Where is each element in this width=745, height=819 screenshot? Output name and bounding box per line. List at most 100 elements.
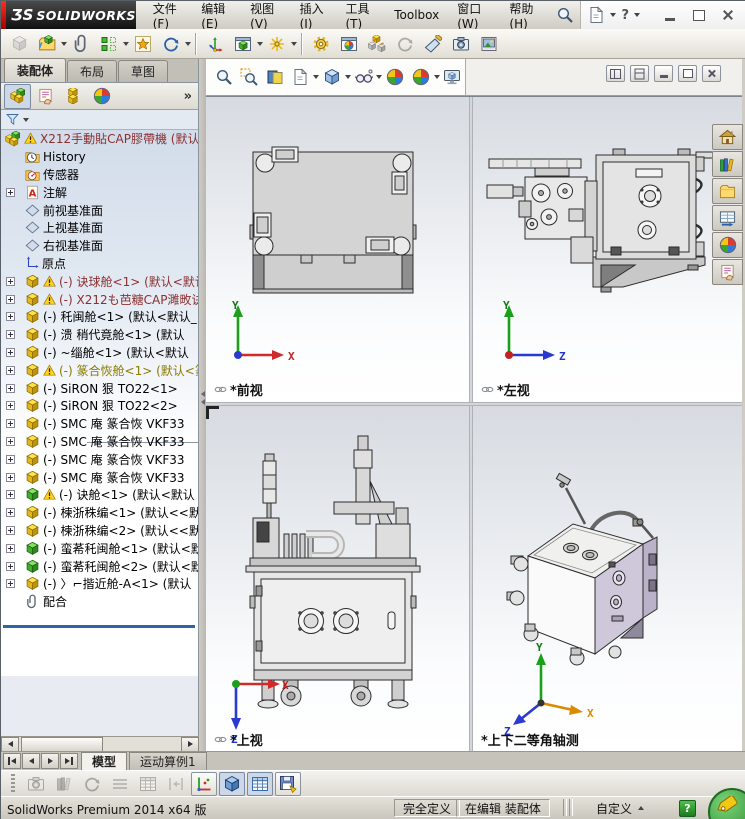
file-explorer-tab[interactable] [712, 178, 743, 204]
previous-view-button[interactable] [262, 63, 288, 91]
preview-window-button[interactable] [447, 30, 475, 58]
panel-tab-1[interactable]: 布局 [67, 60, 118, 82]
nav-last-button[interactable] [60, 753, 78, 769]
nav-first-button[interactable] [3, 753, 21, 769]
panel-tab-0[interactable]: 装配体 [4, 58, 67, 82]
tree-item-2[interactable]: 传感器 [1, 166, 198, 184]
expand-plus-icon[interactable] [6, 579, 15, 589]
menu-item-4[interactable]: 工具(T) [336, 1, 385, 31]
menu-item-1[interactable]: 编辑(E) [192, 1, 241, 31]
units-selector[interactable]: 自定义 [587, 799, 653, 817]
tree-item-3[interactable]: A 注解 [1, 183, 198, 201]
expand-plus-icon[interactable] [6, 383, 15, 393]
doc-close-button[interactable] [702, 65, 721, 82]
tree-item-1[interactable]: History [1, 148, 198, 166]
expand-plus-icon[interactable] [6, 365, 15, 375]
tree-item-21[interactable]: (-) 楝浙秼编<1> (默认<<默 [1, 504, 198, 522]
tree-item-22[interactable]: (-) 楝浙秼编<2> (默认<<默 [1, 522, 198, 540]
viewport-top-view[interactable]: X Z *上视 [206, 406, 469, 752]
new-document-dropdown-icon[interactable] [610, 13, 617, 17]
linear-component-pattern-button[interactable] [95, 30, 123, 58]
expand-plus-icon[interactable] [6, 454, 15, 464]
solidworks-resources-tab[interactable] [712, 124, 743, 150]
display-style-button[interactable] [319, 63, 345, 91]
tree-item-14[interactable]: (-) SiRON 狠 TO22<1> [1, 379, 198, 397]
study-tab-0[interactable]: 模型 [81, 752, 128, 770]
study-tab-1[interactable]: 运动算例1 [129, 752, 207, 770]
tree-item-19[interactable]: (-) SMC 庵 篆合恢 VKF33 [1, 468, 198, 486]
help-icon[interactable]: ? [621, 8, 629, 23]
search-icon[interactable] [550, 1, 580, 29]
mate-button[interactable] [67, 30, 95, 58]
split-horizontal-button[interactable] [606, 65, 625, 82]
rotate-component-button[interactable] [157, 30, 185, 58]
menu-item-3[interactable]: 插入(I) [291, 1, 337, 31]
expand-plus-icon[interactable] [6, 490, 15, 500]
expand-plus-icon[interactable] [6, 437, 15, 447]
menu-item-2[interactable]: 视图(V) [241, 1, 290, 31]
result-filters-button[interactable] [107, 772, 133, 796]
tree-item-8[interactable]: (-) 诀球舱<1> (默认<默认 [1, 272, 198, 290]
edit-appearance-button[interactable] [382, 63, 408, 91]
custom-properties-tab[interactable] [712, 259, 743, 285]
viewport-left-view[interactable]: Y Z *左视 [473, 97, 742, 402]
calculate-motion-button[interactable] [79, 772, 105, 796]
save-animation-button[interactable] [275, 771, 301, 796]
scroll-left-button[interactable] [1, 736, 19, 752]
expand-plus-icon[interactable] [6, 187, 15, 197]
expand-plus-icon[interactable] [6, 561, 15, 571]
expand-plus-icon[interactable] [6, 294, 15, 304]
viewport-horizontal-splitter[interactable] [206, 402, 742, 406]
appearances-window-button[interactable] [335, 30, 363, 58]
expand-plus-icon[interactable] [6, 472, 15, 482]
rollback-bar[interactable] [3, 625, 195, 628]
key-properties-button[interactable] [163, 772, 189, 796]
reference-geometry-button[interactable] [263, 30, 291, 58]
menu-item-5[interactable]: Toolbox [385, 1, 448, 29]
expand-plus-icon[interactable] [6, 401, 15, 411]
tree-item-15[interactable]: (-) SiRON 狠 TO22<2> [1, 397, 198, 415]
expand-plus-icon[interactable] [6, 419, 15, 429]
tree-item-5[interactable]: 上视基准面 [1, 219, 198, 237]
minimize-button[interactable] [658, 5, 682, 25]
tree-item-18[interactable]: (-) SMC 庵 篆合恢 VKF33 [1, 450, 198, 468]
insert-component-button[interactable] [5, 30, 33, 58]
viewport-vertical-splitter[interactable] [469, 97, 473, 752]
zoom-to-fit-button[interactable] [211, 63, 237, 91]
menu-item-7[interactable]: 帮助(H) [500, 1, 550, 31]
tree-item-13[interactable]: (-) 篆合恢舱<1> (默认<篆 [1, 361, 198, 379]
doc-restore-button[interactable] [678, 65, 697, 82]
new-document-icon[interactable] [587, 6, 605, 24]
design-library-tab[interactable] [712, 151, 743, 177]
smart-fasteners-button[interactable] [129, 30, 157, 58]
zoom-to-area-button[interactable] [237, 63, 263, 91]
apply-scene-button[interactable] [408, 63, 434, 91]
tree-item-0[interactable]: X212手動貼CAP膠帶機 (默认 [1, 130, 198, 148]
tag-icon[interactable] [712, 796, 742, 818]
new-motion-study-button[interactable] [307, 30, 335, 58]
move-component-button[interactable] [201, 30, 229, 58]
menu-item-6[interactable]: 窗口(W) [448, 1, 500, 31]
apply-scene-dropdown-icon[interactable] [433, 75, 440, 79]
rotate-component-dropdown-icon[interactable] [185, 41, 191, 46]
panel-splitter[interactable] [199, 59, 206, 751]
close-button[interactable] [716, 5, 740, 25]
section-view-tool-button[interactable] [419, 30, 447, 58]
expand-plus-icon[interactable] [6, 526, 15, 536]
expand-plus-icon[interactable] [6, 543, 15, 553]
view-orientation-button[interactable] [288, 63, 314, 91]
splitter-collapse-icon[interactable] [199, 389, 206, 407]
menu-item-0[interactable]: 文件(F) [144, 1, 192, 31]
motion-axes-button[interactable] [191, 771, 217, 796]
displaymanager-tab[interactable] [88, 84, 115, 109]
configurationmanager-tab[interactable] [60, 84, 87, 109]
hide-show-items-button[interactable] [351, 63, 377, 91]
tree-item-12[interactable]: (-) ~缁舱<1> (默认<默认 [1, 344, 198, 362]
scroll-right-button[interactable] [181, 736, 199, 752]
tree-item-23[interactable]: (-) 蛮莃秅闽舱<1> (默认<默 [1, 539, 198, 557]
manager-overflow-chevrons[interactable]: » [184, 89, 192, 104]
filter-funnel-icon[interactable] [5, 112, 20, 127]
tree-item-24[interactable]: (-) 蛮莃秅闽舱<2> (默认<默 [1, 557, 198, 575]
animation-preview-button[interactable] [23, 772, 49, 796]
open-part-document-button[interactable] [33, 30, 61, 58]
